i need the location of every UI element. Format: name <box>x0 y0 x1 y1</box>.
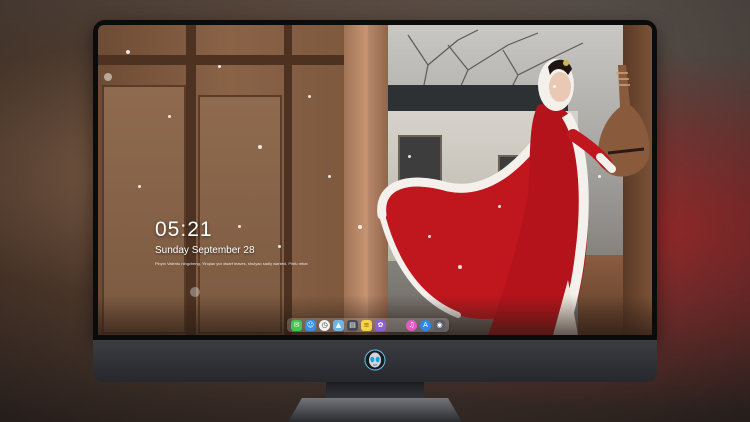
lock-screen[interactable]: 05:21 Sunday September 28 Pinyin Valentu… <box>98 25 652 335</box>
snowflake <box>498 205 501 208</box>
notes-icon[interactable]: ≡ <box>361 319 372 331</box>
snowflake <box>138 185 141 188</box>
finder-icon[interactable]: ☺ <box>305 319 316 331</box>
alien-logo-icon <box>364 349 386 371</box>
snowflake <box>358 225 362 229</box>
snowflake <box>308 95 311 98</box>
snowflake <box>598 175 601 178</box>
snowflake <box>278 245 281 248</box>
messages-icon[interactable]: ✉ <box>291 319 302 331</box>
lock-date: Sunday September 28 <box>155 245 255 256</box>
snowflake <box>553 85 556 88</box>
snowflake <box>190 287 200 297</box>
monitor: 05:21 Sunday September 28 Pinyin Valentu… <box>93 20 657 382</box>
dock: ✉ ☺ ◷ ▲ ▤ ≡ ✿ ♫ A ◉ <box>287 318 449 332</box>
snowflake <box>218 65 221 68</box>
woman-in-red-cloak <box>377 59 650 335</box>
photos-icon[interactable]: ✿ <box>375 319 386 331</box>
monitor-chin <box>93 340 657 382</box>
snowflake <box>126 50 130 54</box>
lock-clock: 05:21 <box>155 218 213 241</box>
monitor-stand <box>288 398 462 422</box>
wooden-beam <box>284 25 292 335</box>
appstore-icon[interactable]: A <box>420 319 431 331</box>
snowflake <box>168 115 171 118</box>
snowflake <box>328 175 331 178</box>
snowflake <box>428 235 431 238</box>
clock-icon[interactable]: ◷ <box>319 319 330 331</box>
desktop-background: 05:21 Sunday September 28 Pinyin Valentu… <box>0 0 750 422</box>
monitor-bezel: 05:21 Sunday September 28 Pinyin Valentu… <box>93 20 657 340</box>
maps-icon[interactable]: ▲ <box>333 319 344 331</box>
snowflake <box>104 73 112 81</box>
snowflake <box>408 155 411 158</box>
itunes-icon[interactable]: ♫ <box>406 319 417 331</box>
snowflake <box>458 265 462 269</box>
wooden-beam <box>98 55 348 65</box>
clapper-icon[interactable]: ▤ <box>347 319 358 331</box>
camera-icon[interactable]: ◉ <box>434 319 445 331</box>
lock-quote: Pinyin Valentu ningcheng, Yinqian yici d… <box>155 261 308 266</box>
snowflake <box>238 225 241 228</box>
snowflake <box>258 145 262 149</box>
